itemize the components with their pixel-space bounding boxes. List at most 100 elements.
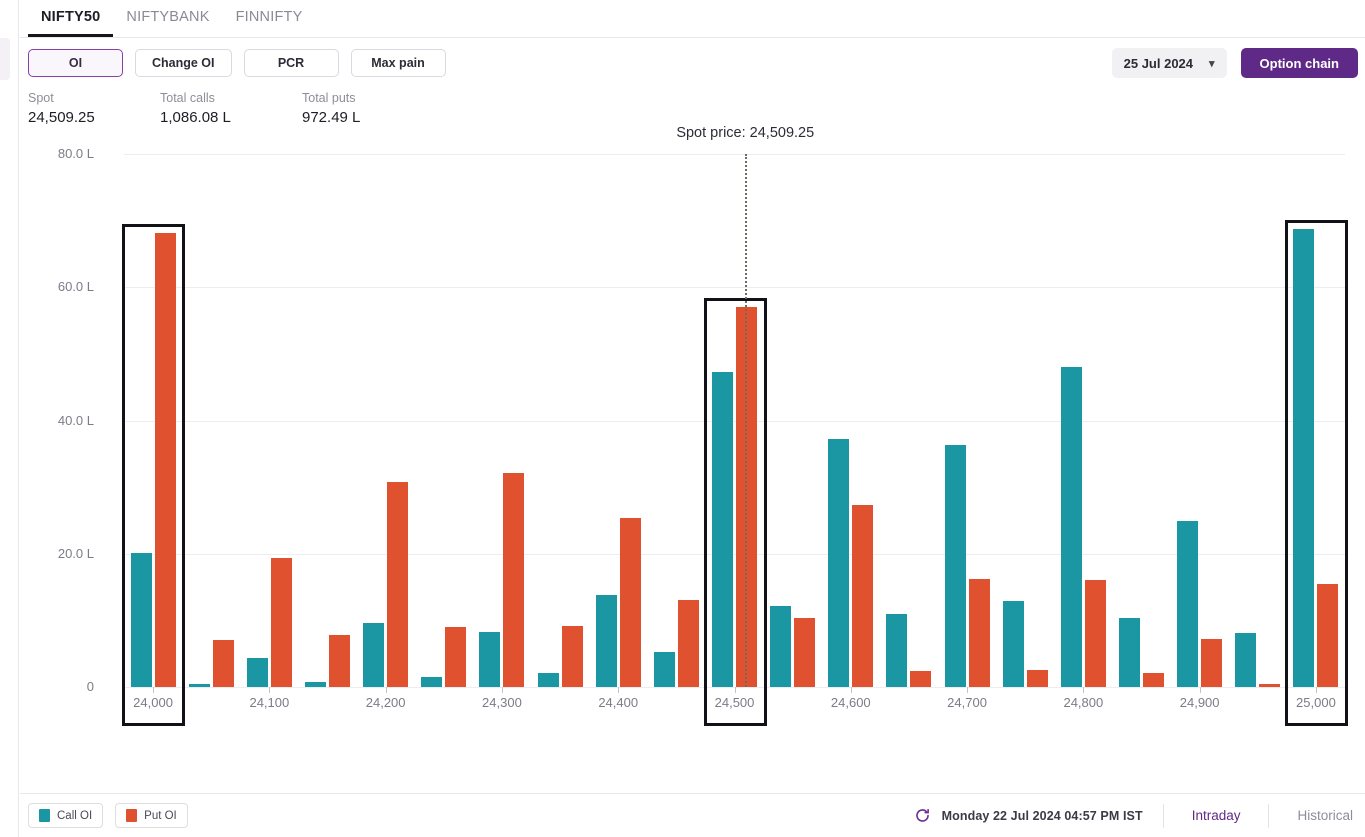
x-axis-tick-label: 24,100	[249, 695, 290, 710]
stat-spot: Spot 24,509.25	[28, 91, 134, 126]
chevron-down-icon: ▾	[1209, 57, 1215, 70]
left-rail	[0, 0, 19, 837]
spot-price-label: Spot price: 24,509.25	[676, 125, 815, 141]
y-axis-tick-label: 0	[86, 679, 94, 694]
bar-put-oi[interactable]	[1084, 580, 1106, 687]
summary-stats: Spot 24,509.25 Total calls 1,086.08 L To…	[20, 88, 1365, 126]
bar-call-oi[interactable]	[712, 371, 733, 687]
bar-put-oi[interactable]	[1143, 673, 1164, 687]
x-axis-tick-label: 24,400	[598, 695, 639, 710]
bar-put-oi[interactable]	[852, 505, 874, 687]
index-tabbar: NIFTY50 NIFTYBANK FINNIFTY	[20, 0, 1365, 38]
oi-chart: 0 20.0 L 40.0 L 60.0 L 80.0 L 24,000 24,100 24,…	[20, 125, 1365, 784]
y-gridline	[124, 553, 1345, 555]
x-axis-tick	[618, 687, 620, 693]
tab-nifty50[interactable]: NIFTY50	[28, 9, 114, 37]
bar-call-oi[interactable]	[188, 683, 210, 687]
y-axis-tick-label: 40.0 L	[57, 412, 94, 428]
bar-put-oi[interactable]	[270, 558, 292, 687]
metric-button-change-oi[interactable]: Change OI	[135, 49, 232, 77]
bar-put-oi[interactable]	[619, 518, 641, 687]
bar-call-oi[interactable]	[653, 652, 675, 687]
refresh-icon[interactable]	[914, 807, 931, 824]
x-axis-tick-label: 24,900	[1179, 695, 1220, 710]
expiry-date-dropdown[interactable]: 25 Jul 2024 ▾	[1111, 48, 1227, 78]
bar-call-oi[interactable]	[1119, 618, 1140, 687]
legend-swatch-put-oi	[126, 809, 138, 822]
x-axis-tick	[967, 687, 969, 693]
bar-call-oi[interactable]	[1002, 601, 1024, 687]
x-axis-tick-label: 24,200	[365, 695, 406, 710]
footer-link-intraday[interactable]: Intraday	[1184, 808, 1249, 823]
x-axis-tick-label: 24,500	[714, 695, 755, 710]
legend-label-call-oi: Call OI	[57, 809, 93, 822]
spot-price-line	[745, 154, 748, 687]
option-chain-button[interactable]: Option chain	[1240, 48, 1358, 78]
oi-chart-plot-area: 0 20.0 L 40.0 L 60.0 L 80.0 L 24,000 24,100 24,…	[58, 125, 1348, 726]
footer-link-historical[interactable]: Historical	[1289, 808, 1361, 823]
metric-button-oi[interactable]: OI	[28, 49, 123, 77]
stat-spot-value: 24,509.25	[28, 109, 95, 126]
x-axis-tick	[1083, 687, 1085, 693]
y-axis-tick-label: 60.0 L	[57, 279, 94, 295]
bar-put-oi[interactable]	[1026, 670, 1048, 687]
bar-put-oi[interactable]	[387, 482, 409, 687]
bar-put-oi[interactable]	[445, 627, 467, 687]
bar-call-oi[interactable]	[479, 631, 501, 687]
bar-call-oi[interactable]	[770, 605, 792, 687]
stat-total-puts: Total puts 972.49 L	[302, 91, 418, 126]
stat-total-calls-value: 1,086.08 L	[160, 109, 231, 126]
metric-button-pcr[interactable]: PCR	[243, 49, 339, 77]
tab-niftybank[interactable]: NIFTYBANK	[113, 9, 222, 37]
bar-call-oi[interactable]	[944, 445, 966, 687]
bar-put-oi[interactable]	[910, 671, 932, 687]
bar-put-oi[interactable]	[968, 579, 990, 687]
tab-finnifty[interactable]: FINNIFTY	[223, 9, 316, 37]
bar-call-oi[interactable]	[1177, 521, 1199, 687]
x-axis-tick-label: 25,000	[1296, 695, 1336, 710]
bar-call-oi[interactable]	[595, 595, 617, 687]
y-gridline	[124, 420, 1345, 422]
x-axis-tick-label: 24,600	[830, 695, 871, 710]
bar-call-oi[interactable]	[1060, 367, 1082, 687]
bar-call-oi[interactable]	[1293, 228, 1315, 687]
bar-put-oi[interactable]	[794, 618, 816, 687]
x-axis-tick-label: 24,800	[1063, 695, 1104, 710]
bar-put-oi[interactable]	[1259, 683, 1281, 687]
legend-item-call-oi[interactable]: Call OI	[28, 803, 104, 828]
bar-call-oi[interactable]	[421, 677, 443, 687]
y-axis-tick-label: 20.0 L	[57, 545, 94, 561]
bar-put-oi[interactable]	[503, 473, 525, 687]
x-axis-tick-label: 24,300	[482, 695, 522, 710]
bar-put-oi[interactable]	[329, 635, 350, 687]
last-updated-timestamp: Monday 22 Jul 2024 04:57 PM IST	[941, 808, 1143, 823]
bar-call-oi[interactable]	[1235, 633, 1257, 687]
bar-put-oi[interactable]	[561, 625, 583, 687]
expiry-date-value: 25 Jul 2024	[1123, 55, 1194, 71]
bar-call-oi[interactable]	[305, 681, 326, 687]
metric-button-max-pain[interactable]: Max pain	[350, 49, 446, 77]
legend-label-put-oi: Put OI	[144, 809, 177, 822]
bar-call-oi[interactable]	[363, 623, 385, 687]
x-axis-tick-label: 24,700	[947, 695, 987, 710]
legend-item-put-oi[interactable]: Put OI	[115, 803, 188, 828]
bar-call-oi[interactable]	[886, 614, 908, 687]
bar-call-oi[interactable]	[130, 553, 152, 687]
chart-toolbar: OI Change OI PCR Max pain 25 Jul 2024 ▾ …	[20, 38, 1365, 88]
bar-call-oi[interactable]	[246, 658, 268, 687]
bar-call-oi[interactable]	[537, 673, 559, 687]
bar-call-oi[interactable]	[828, 438, 850, 687]
x-axis-tick	[501, 687, 503, 693]
x-axis-tick	[1315, 687, 1317, 693]
bar-put-oi[interactable]	[154, 233, 176, 687]
stat-total-puts-label: Total puts	[302, 91, 356, 105]
left-rail-chip	[0, 38, 10, 80]
bar-put-oi[interactable]	[1317, 584, 1339, 687]
bar-put-oi[interactable]	[212, 639, 234, 687]
y-gridline	[124, 287, 1345, 289]
option-chain-oi-page: NIFTY50 NIFTYBANK FINNIFTY OI Change OI …	[0, 0, 1365, 837]
x-axis-tick	[385, 687, 387, 693]
stat-total-calls-label: Total calls	[160, 91, 215, 105]
bar-put-oi[interactable]	[677, 600, 699, 687]
bar-put-oi[interactable]	[1201, 639, 1223, 687]
